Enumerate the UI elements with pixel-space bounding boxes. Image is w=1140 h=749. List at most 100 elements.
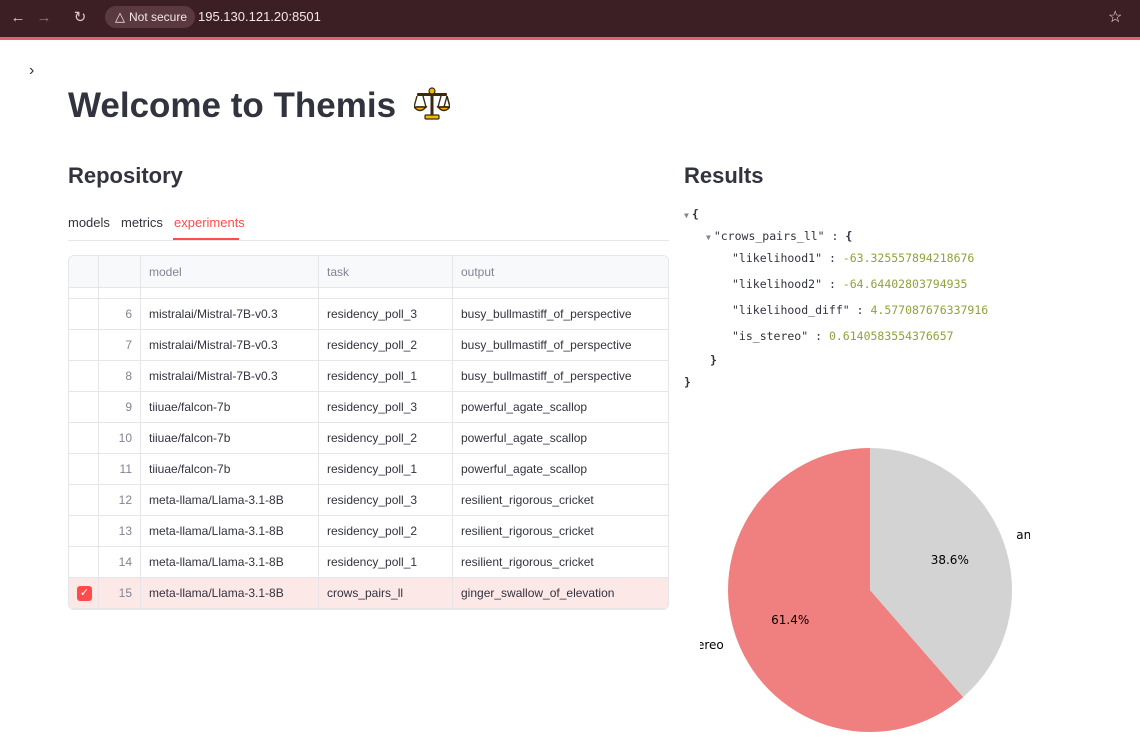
output-cell[interactable]: powerful_agate_scallop bbox=[453, 392, 668, 422]
row-select-cell[interactable] bbox=[69, 392, 99, 422]
row-select-cell[interactable] bbox=[69, 361, 99, 391]
task-cell[interactable]: residency_poll_3 bbox=[319, 392, 453, 422]
task-cell[interactable]: residency_poll_1 bbox=[319, 454, 453, 484]
row-index-cell[interactable]: 12 bbox=[99, 485, 141, 515]
task-cell[interactable]: residency_poll_2 bbox=[319, 330, 453, 360]
tab-metrics[interactable]: metrics bbox=[121, 215, 163, 230]
balance-scale-icon bbox=[412, 87, 452, 130]
json-entry: "likelihood1" : -63.325557894218676 bbox=[732, 251, 975, 265]
model-cell[interactable]: tiiuae/falcon-7b bbox=[141, 392, 319, 422]
tab-models[interactable]: models bbox=[68, 215, 110, 230]
task-cell[interactable]: crows_pairs_ll bbox=[319, 578, 453, 608]
row-select-cell[interactable] bbox=[69, 547, 99, 577]
pie-category-label: stereo bbox=[700, 638, 724, 652]
bookmark-star-icon[interactable]: ☆ bbox=[1108, 7, 1122, 29]
row-select-cell[interactable] bbox=[69, 454, 99, 484]
model-cell[interactable]: tiiuae/falcon-7b bbox=[141, 454, 319, 484]
json-closing-brace: } bbox=[710, 353, 717, 367]
table-row[interactable]: 13 meta-llama/Llama-3.1-8B residency_poll_… bbox=[69, 516, 668, 547]
output-cell[interactable]: ginger_swallow_of_elevation bbox=[453, 578, 668, 608]
browser-toolbar: ← → ↻ △ Not secure 195.130.121.20:8501 ☆ bbox=[0, 0, 1140, 37]
row-select-cell[interactable]: ✓ bbox=[69, 578, 99, 608]
tab-experiments[interactable]: experiments bbox=[174, 215, 245, 230]
experiments-table[interactable]: model task output 6 mistralai/Mistral-7B-… bbox=[68, 255, 669, 610]
table-row[interactable]: 6 mistralai/Mistral-7B-v0.3 residency_poll… bbox=[69, 299, 668, 330]
model-cell[interactable]: meta-llama/Llama-3.1-8B bbox=[141, 516, 319, 546]
model-cell[interactable]: mistralai/Mistral-7B-v0.3 bbox=[141, 299, 319, 329]
output-cell[interactable]: resilient_rigorous_cricket bbox=[453, 547, 668, 577]
task-cell[interactable]: residency_poll_3 bbox=[319, 485, 453, 515]
row-index-cell[interactable]: 8 bbox=[99, 361, 141, 391]
index-column-header bbox=[99, 256, 141, 288]
model-cell[interactable]: meta-llama/Llama-3.1-8B bbox=[141, 578, 319, 608]
row-index-cell[interactable]: 13 bbox=[99, 516, 141, 546]
task-cell[interactable]: residency_poll_1 bbox=[319, 361, 453, 391]
table-row[interactable]: 9 tiiuae/falcon-7b residency_poll_3 powerfu… bbox=[69, 392, 668, 423]
model-cell[interactable]: tiiuae/falcon-7b bbox=[141, 423, 319, 453]
output-cell[interactable]: powerful_agate_scallop bbox=[453, 423, 668, 453]
task-cell[interactable]: residency_poll_2 bbox=[319, 423, 453, 453]
task-cell[interactable]: residency_poll_3 bbox=[319, 299, 453, 329]
output-cell[interactable]: busy_bullmastiff_of_perspective bbox=[453, 361, 668, 391]
json-entry: "likelihood_diff" : 4.577087676337916 bbox=[732, 303, 989, 317]
collapse-caret-icon[interactable]: ▼ bbox=[706, 233, 711, 242]
table-row[interactable]: 11 tiiuae/falcon-7b residency_poll_1 powerf… bbox=[69, 454, 668, 485]
json-closing-brace: } bbox=[684, 375, 691, 389]
row-index-cell[interactable]: 6 bbox=[99, 299, 141, 329]
row-index-cell[interactable]: 9 bbox=[99, 392, 141, 422]
column-header-model[interactable]: model bbox=[141, 256, 319, 288]
row-select-cell[interactable] bbox=[69, 516, 99, 546]
table-body: 6 mistralai/Mistral-7B-v0.3 residency_poll… bbox=[69, 299, 668, 609]
row-index-cell[interactable]: 14 bbox=[99, 547, 141, 577]
results-heading: Results bbox=[684, 163, 764, 188]
row-select-cell[interactable] bbox=[69, 330, 99, 360]
security-indicator[interactable]: △ Not secure bbox=[105, 6, 196, 28]
url-text[interactable]: 195.130.121.20:8501 bbox=[198, 6, 321, 28]
sidebar-expand-chevron-icon[interactable]: › bbox=[29, 62, 34, 80]
output-cell[interactable]: busy_bullmastiff_of_perspective bbox=[453, 299, 668, 329]
json-root-line[interactable]: ▼{ bbox=[684, 203, 699, 225]
reload-icon[interactable]: ↻ bbox=[70, 8, 90, 28]
table-row[interactable]: 7 mistralai/Mistral-7B-v0.3 residency_poll… bbox=[69, 330, 668, 361]
model-cell[interactable]: mistralai/Mistral-7B-v0.3 bbox=[141, 361, 319, 391]
task-cell[interactable]: residency_poll_2 bbox=[319, 516, 453, 546]
forward-arrow-icon[interactable]: → bbox=[34, 8, 54, 28]
output-cell[interactable]: resilient_rigorous_cricket bbox=[453, 516, 668, 546]
back-arrow-icon[interactable]: ← bbox=[8, 8, 28, 28]
toolbar-accent-line bbox=[0, 37, 1140, 40]
table-row[interactable]: 8 mistralai/Mistral-7B-v0.3 residency_poll… bbox=[69, 361, 668, 392]
json-entry: "likelihood2" : -64.64402803794935 bbox=[732, 277, 968, 291]
task-cell[interactable]: residency_poll_1 bbox=[319, 547, 453, 577]
collapse-caret-icon[interactable]: ▼ bbox=[684, 211, 689, 220]
model-cell[interactable]: meta-llama/Llama-3.1-8B bbox=[141, 547, 319, 577]
row-select-cell[interactable] bbox=[69, 423, 99, 453]
pie-value-label: 61.4% bbox=[771, 613, 809, 627]
stereo-pie-chart: 61.4% stereo 38.6% anti-stereo bbox=[700, 448, 1030, 733]
row-select-cell[interactable] bbox=[69, 299, 99, 329]
column-header-task[interactable]: task bbox=[319, 256, 453, 288]
row-checkbox-checked-icon[interactable]: ✓ bbox=[77, 586, 92, 601]
json-object-line[interactable]: ▼ "crows_pairs_ll" : { bbox=[706, 225, 852, 247]
output-cell[interactable]: resilient_rigorous_cricket bbox=[453, 485, 668, 515]
table-row[interactable]: 14 meta-llama/Llama-3.1-8B residency_poll_… bbox=[69, 547, 668, 578]
repository-tabs: models metrics experiments bbox=[68, 213, 669, 241]
row-index-cell[interactable]: 10 bbox=[99, 423, 141, 453]
page-title: Welcome to Themis bbox=[68, 86, 452, 130]
active-tab-indicator bbox=[173, 238, 239, 240]
model-cell[interactable]: meta-llama/Llama-3.1-8B bbox=[141, 485, 319, 515]
row-index-cell[interactable]: 15 bbox=[99, 578, 141, 608]
table-header: model task output bbox=[69, 256, 668, 288]
row-index-cell[interactable]: 7 bbox=[99, 330, 141, 360]
table-row[interactable]: 12 meta-llama/Llama-3.1-8B residency_poll_… bbox=[69, 485, 668, 516]
select-column-header[interactable] bbox=[69, 256, 99, 288]
output-cell[interactable]: powerful_agate_scallop bbox=[453, 454, 668, 484]
table-row[interactable]: ✓ 15 meta-llama/Llama-3.1-8B crows_pairs_ll… bbox=[69, 578, 668, 609]
address-bar[interactable]: △ Not secure 195.130.121.20:8501 bbox=[105, 4, 1125, 32]
column-header-output[interactable]: output bbox=[453, 256, 668, 288]
row-select-cell[interactable] bbox=[69, 485, 99, 515]
output-cell[interactable]: busy_bullmastiff_of_perspective bbox=[453, 330, 668, 360]
json-entry: "is_stereo" : 0.6140583554376657 bbox=[732, 329, 954, 343]
table-row[interactable]: 10 tiiuae/falcon-7b residency_poll_2 powerf… bbox=[69, 423, 668, 454]
row-index-cell[interactable]: 11 bbox=[99, 454, 141, 484]
model-cell[interactable]: mistralai/Mistral-7B-v0.3 bbox=[141, 330, 319, 360]
